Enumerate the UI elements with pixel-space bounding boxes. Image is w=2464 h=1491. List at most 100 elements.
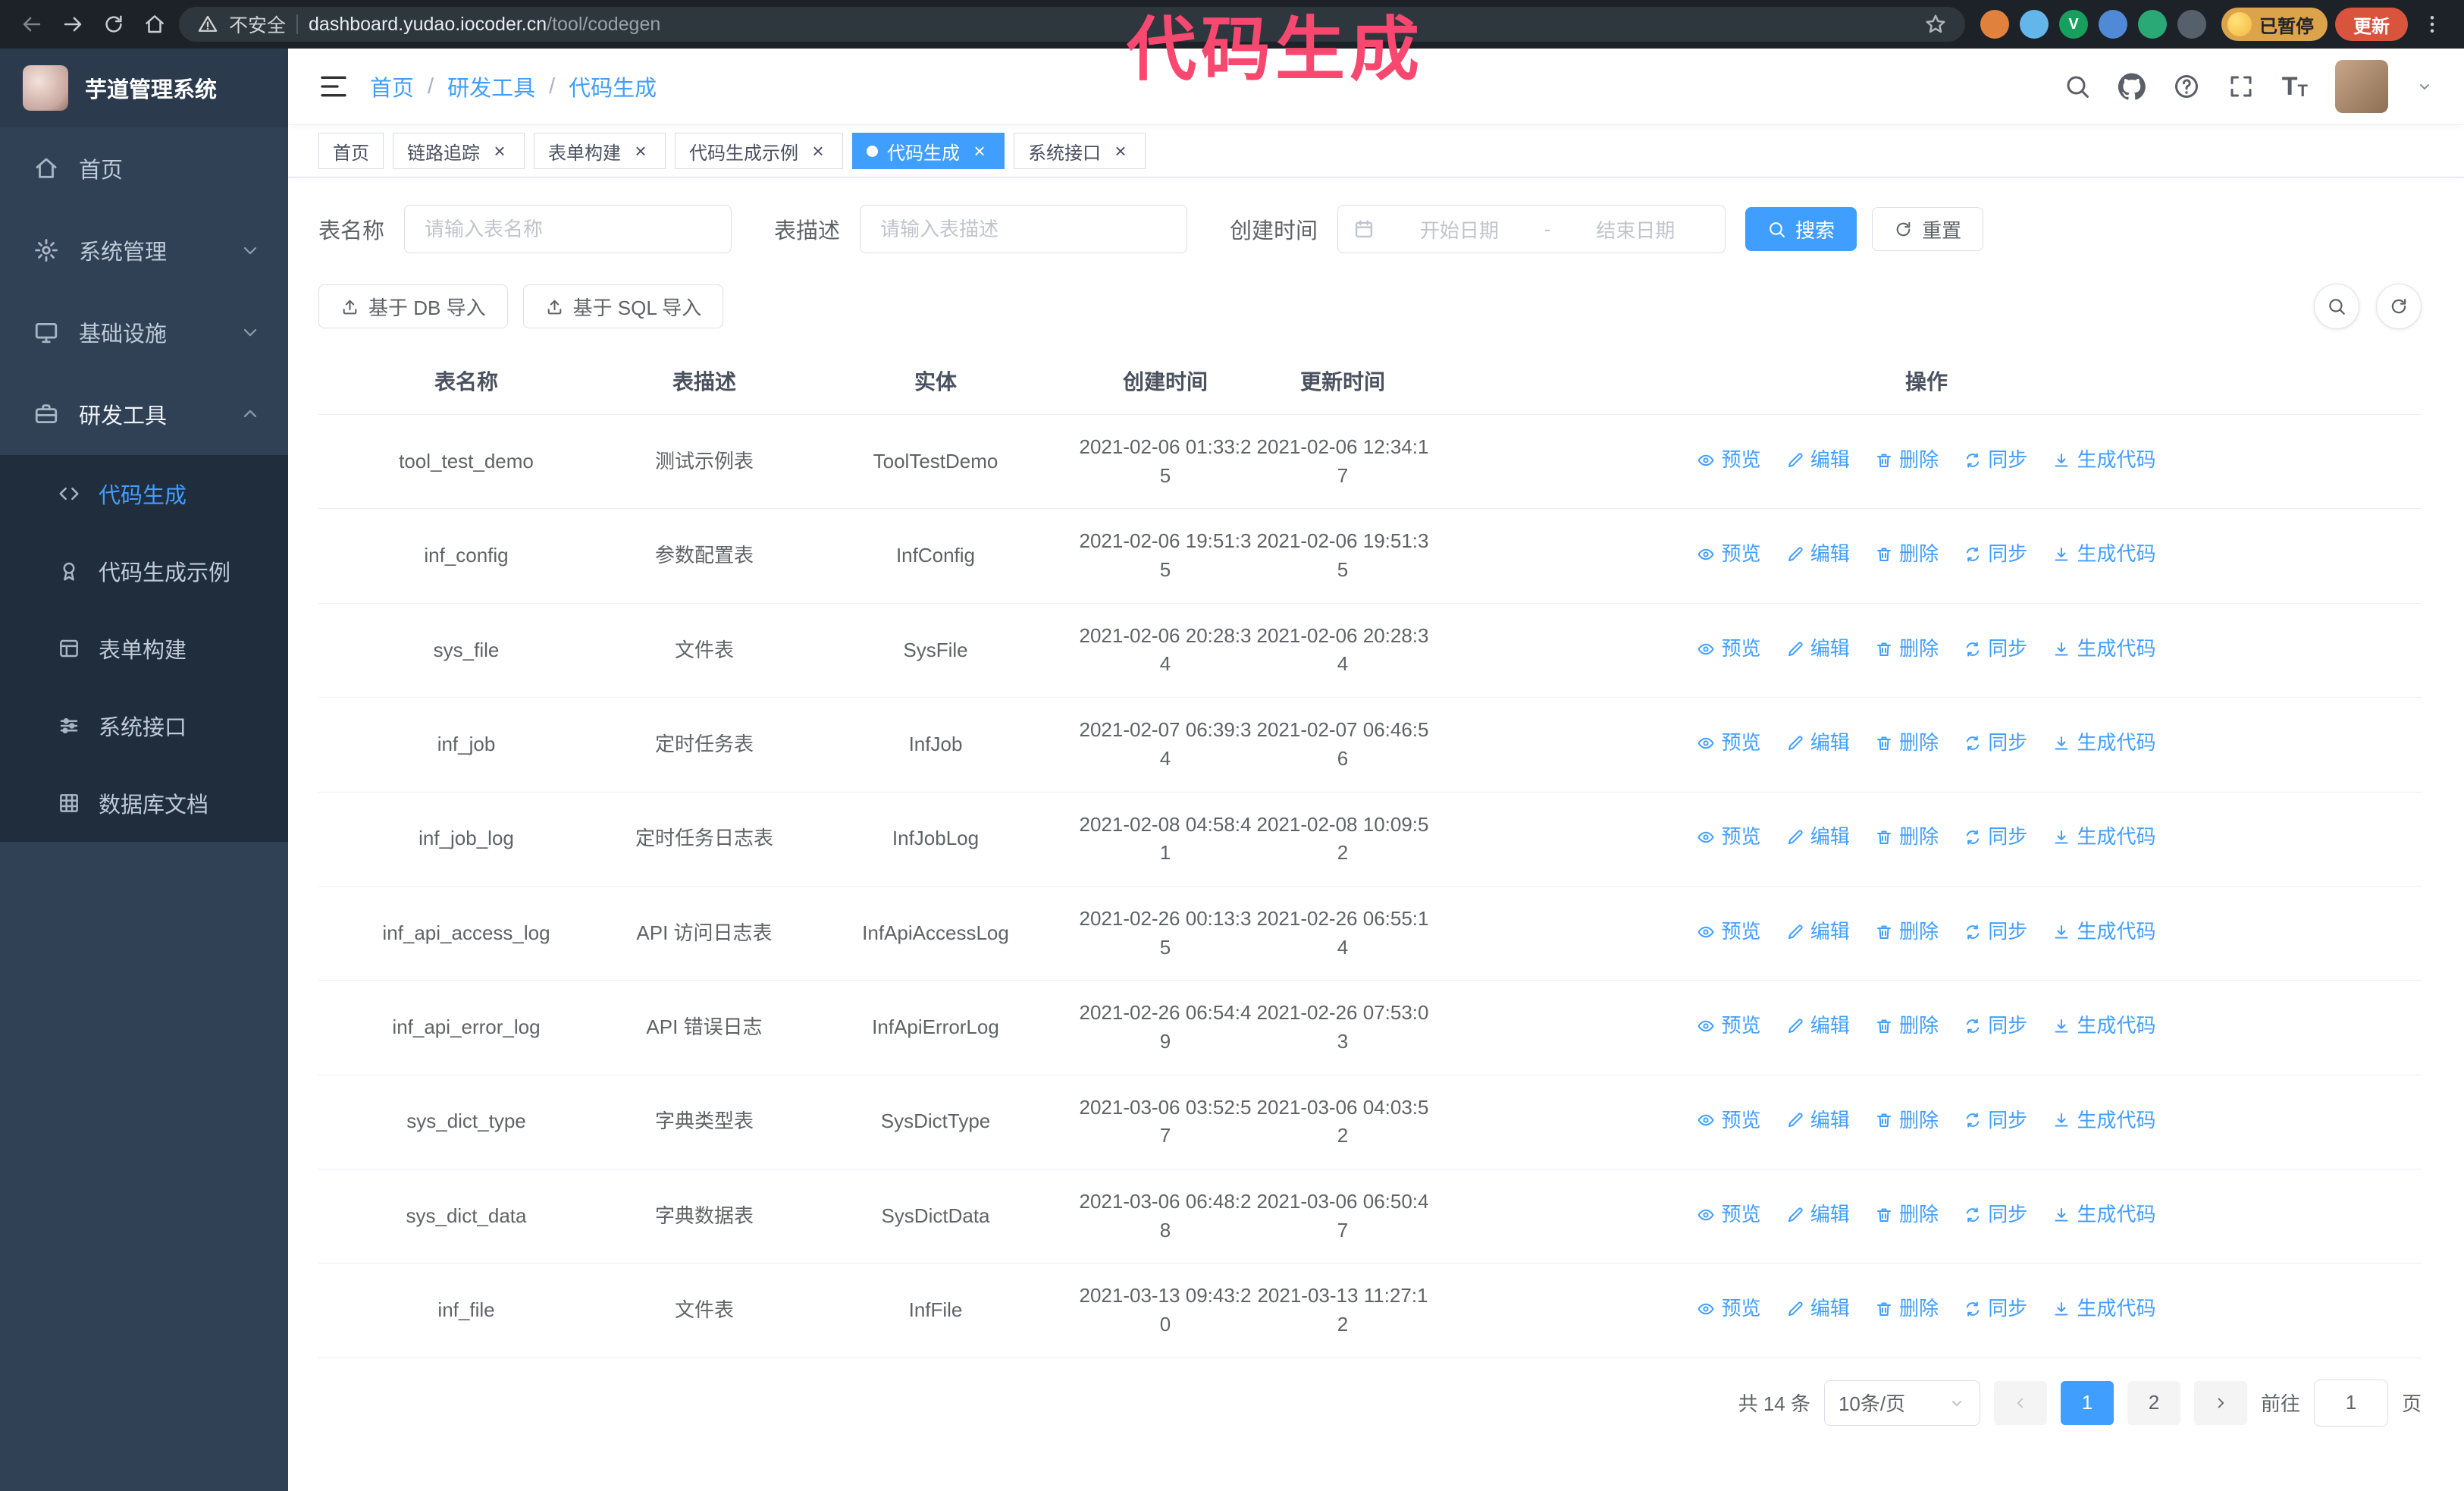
delete-link[interactable]: 删除 [1875, 446, 1939, 475]
date-range-picker[interactable]: 开始日期 - 结束日期 [1337, 205, 1726, 253]
generate-code-link[interactable]: 生成代码 [2052, 1106, 2156, 1135]
tab-form-builder[interactable]: 表单构建 × [534, 133, 666, 169]
preview-link[interactable]: 预览 [1697, 635, 1761, 664]
sync-link[interactable]: 同步 [1964, 1295, 2027, 1323]
sync-link[interactable]: 同步 [1964, 823, 2027, 852]
tab-trace[interactable]: 链路追踪 × [393, 133, 525, 169]
bookmark-star-icon[interactable] [1924, 13, 1947, 36]
page-size-select[interactable]: 10条/页 [1823, 1380, 1980, 1426]
preview-link[interactable]: 预览 [1697, 540, 1761, 569]
preview-link[interactable]: 预览 [1697, 823, 1761, 852]
sidebar-item-infrastructure[interactable]: 基础设施 [0, 291, 288, 373]
delete-link[interactable]: 删除 [1875, 1012, 1939, 1041]
close-icon[interactable]: × [630, 140, 651, 162]
breadcrumb-devtools[interactable]: 研发工具 [447, 71, 535, 102]
generate-code-link[interactable]: 生成代码 [2052, 823, 2156, 852]
browser-menu-icon[interactable] [2415, 8, 2449, 41]
profile-paused-badge[interactable]: 已暂停 [2221, 8, 2328, 41]
delete-link[interactable]: 删除 [1875, 823, 1939, 852]
refresh-table-button[interactable] [2376, 284, 2422, 329]
edit-link[interactable]: 编辑 [1786, 1201, 1850, 1229]
delete-link[interactable]: 删除 [1875, 729, 1939, 758]
preview-link[interactable]: 预览 [1697, 1201, 1761, 1229]
close-icon[interactable]: × [969, 140, 990, 162]
close-icon[interactable]: × [489, 140, 510, 162]
generate-code-link[interactable]: 生成代码 [2052, 446, 2156, 475]
search-icon[interactable] [2064, 73, 2091, 100]
toggle-search-button[interactable] [2314, 284, 2359, 329]
extension-icon[interactable] [2138, 10, 2167, 39]
generate-code-link[interactable]: 生成代码 [2052, 729, 2156, 758]
browser-update-button[interactable]: 更新 [2335, 8, 2408, 41]
extension-icon[interactable] [2177, 10, 2206, 39]
sidebar-item-api[interactable]: 系统接口 [0, 687, 288, 764]
import-db-button[interactable]: 基于 DB 导入 [318, 284, 508, 328]
preview-link[interactable]: 预览 [1697, 1295, 1761, 1323]
tab-api[interactable]: 系统接口 × [1014, 133, 1146, 169]
sync-link[interactable]: 同步 [1964, 635, 2027, 664]
sync-link[interactable]: 同步 [1964, 1012, 2027, 1041]
generate-code-link[interactable]: 生成代码 [2052, 540, 2156, 569]
github-icon[interactable] [2118, 73, 2146, 100]
preview-link[interactable]: 预览 [1697, 1106, 1761, 1135]
sync-link[interactable]: 同步 [1964, 540, 2027, 569]
avatar-caret-icon[interactable] [2415, 77, 2434, 96]
delete-link[interactable]: 删除 [1875, 1295, 1939, 1323]
edit-link[interactable]: 编辑 [1786, 1295, 1850, 1323]
url-bar[interactable]: 不安全 dashboard.yudao.iocoder.cn/tool/code… [179, 7, 1965, 42]
sync-link[interactable]: 同步 [1964, 1201, 2027, 1229]
forward-icon[interactable] [56, 8, 89, 41]
preview-link[interactable]: 预览 [1697, 1012, 1761, 1041]
generate-code-link[interactable]: 生成代码 [2052, 918, 2156, 946]
edit-link[interactable]: 编辑 [1786, 1106, 1850, 1135]
back-icon[interactable] [15, 8, 49, 41]
extension-icon[interactable] [1980, 10, 2009, 39]
delete-link[interactable]: 删除 [1875, 635, 1939, 664]
sync-link[interactable]: 同步 [1964, 729, 2027, 758]
sync-link[interactable]: 同步 [1964, 1106, 2027, 1135]
preview-link[interactable]: 预览 [1697, 729, 1761, 758]
help-icon[interactable] [2173, 73, 2200, 100]
page-button-1[interactable]: 1 [2060, 1380, 2114, 1425]
browser-home-icon[interactable] [138, 8, 171, 41]
edit-link[interactable]: 编辑 [1786, 1012, 1850, 1041]
edit-link[interactable]: 编辑 [1786, 918, 1850, 946]
sidebar-item-system[interactable]: 系统管理 [0, 209, 288, 291]
generate-code-link[interactable]: 生成代码 [2052, 1201, 2156, 1229]
close-icon[interactable]: × [1110, 140, 1131, 162]
sidebar-item-home[interactable]: 首页 [0, 127, 288, 209]
sync-link[interactable]: 同步 [1964, 446, 2027, 475]
delete-link[interactable]: 删除 [1875, 1201, 1939, 1229]
prev-page-button[interactable] [1993, 1380, 2047, 1425]
tab-codegen-example[interactable]: 代码生成示例 × [675, 133, 843, 169]
reset-button[interactable]: 重置 [1872, 207, 1984, 251]
edit-link[interactable]: 编辑 [1786, 635, 1850, 664]
tab-codegen[interactable]: 代码生成 × [852, 133, 1005, 169]
sidebar-item-devtools[interactable]: 研发工具 [0, 373, 288, 455]
tab-home[interactable]: 首页 [318, 133, 384, 169]
preview-link[interactable]: 预览 [1697, 918, 1761, 946]
search-button[interactable]: 搜索 [1745, 207, 1857, 251]
edit-link[interactable]: 编辑 [1786, 729, 1850, 758]
extension-icon[interactable] [2020, 10, 2049, 39]
sidebar-item-codegen[interactable]: 代码生成 [0, 455, 288, 532]
fullscreen-icon[interactable] [2227, 73, 2255, 100]
goto-page-input[interactable] [2313, 1379, 2388, 1427]
font-size-icon[interactable]: TT [2282, 74, 2308, 99]
edit-link[interactable]: 编辑 [1786, 446, 1850, 475]
sidebar-item-form-builder[interactable]: 表单构建 [0, 610, 288, 687]
breadcrumb-home[interactable]: 首页 [370, 71, 414, 102]
next-page-button[interactable] [2193, 1380, 2247, 1425]
preview-link[interactable]: 预览 [1697, 446, 1761, 475]
import-sql-button[interactable]: 基于 SQL 导入 [522, 284, 724, 328]
extension-icon[interactable] [2099, 10, 2127, 39]
delete-link[interactable]: 删除 [1875, 540, 1939, 569]
reload-icon[interactable] [97, 8, 130, 41]
table-desc-input[interactable] [860, 205, 1188, 253]
delete-link[interactable]: 删除 [1875, 1106, 1939, 1135]
generate-code-link[interactable]: 生成代码 [2052, 635, 2156, 664]
extension-icon[interactable]: V [2059, 10, 2088, 39]
app-logo[interactable]: 芋道管理系统 [0, 49, 288, 127]
delete-link[interactable]: 删除 [1875, 918, 1939, 946]
page-button-2[interactable]: 2 [2127, 1380, 2180, 1425]
